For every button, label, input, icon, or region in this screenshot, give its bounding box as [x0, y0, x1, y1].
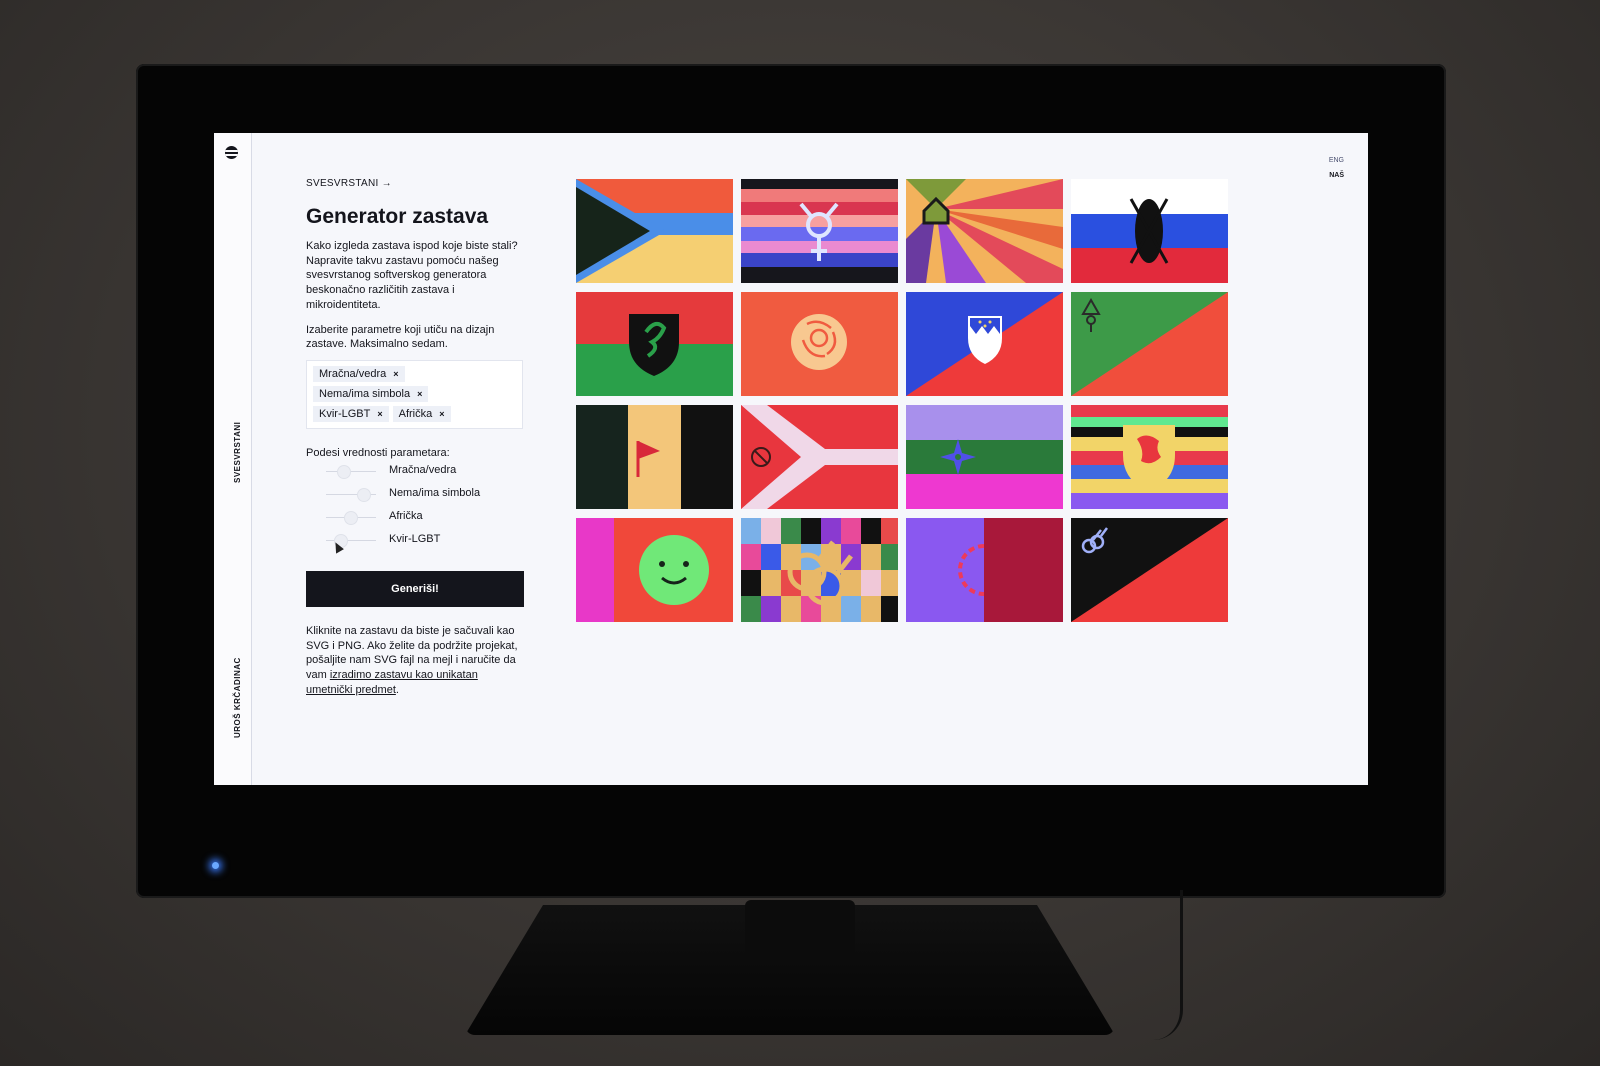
- language-switcher: ENG NAŠ: [1329, 153, 1344, 183]
- remove-tag-icon[interactable]: ×: [417, 389, 422, 399]
- flag-black-red-diagonal[interactable]: [1071, 518, 1228, 622]
- tag-label: Nema/ima simbola: [319, 387, 411, 400]
- intro-text: Kako izgleda zastava ispod koje biste st…: [306, 240, 518, 311]
- order-flag-link[interactable]: izradimo zastavu kao unikatan umetnički …: [306, 669, 478, 696]
- slider-knob[interactable]: [356, 487, 371, 502]
- sidebar-brand[interactable]: SVESVRSTANI: [233, 422, 242, 483]
- flag-y-chevron[interactable]: [741, 405, 898, 509]
- remove-tag-icon[interactable]: ×: [377, 409, 382, 419]
- generate-button[interactable]: Generiši!: [306, 570, 524, 607]
- sidebar-author[interactable]: UROŠ KRČADINAC: [233, 657, 242, 738]
- tag-nema-ima-simbola: Nema/ima simbola ×: [313, 385, 429, 402]
- slider-kvir-lgbt: Kvir-LGBT: [306, 530, 526, 554]
- lang-eng[interactable]: ENG: [1329, 153, 1344, 168]
- monitor-neck: [745, 900, 855, 960]
- tag-label: Mračna/vedra: [319, 367, 387, 380]
- flag-house-rays[interactable]: [906, 179, 1063, 283]
- slider-nema-ima-simbola: Nema/ima simbola: [306, 484, 526, 505]
- tag-label: Kvir-LGBT: [319, 407, 371, 420]
- remove-tag-icon[interactable]: ×: [393, 369, 398, 379]
- note-end: .: [395, 683, 399, 696]
- flag-rose[interactable]: [741, 292, 898, 396]
- lang-nas[interactable]: NAŠ: [1329, 168, 1344, 183]
- flag-lion-shield[interactable]: [1071, 405, 1228, 509]
- flag-smiley[interactable]: [576, 518, 733, 622]
- flag-purple-maroon[interactable]: [906, 518, 1063, 622]
- params-intro-text: Izaberite parametre koji utiču na dizajn…: [306, 323, 495, 351]
- slider-label: Mračna/vedra: [389, 463, 457, 476]
- tag-kvir-lgbt: Kvir-LGBT ×: [313, 405, 389, 422]
- breadcrumb[interactable]: SVESVRSTANI →: [306, 178, 526, 189]
- page-title: Generator zastava: [306, 205, 489, 228]
- power-cable: [1150, 890, 1183, 1040]
- slider-knob[interactable]: [336, 464, 351, 479]
- save-note: Kliknite na zastavu da biste je sačuvali…: [306, 624, 526, 698]
- menu-icon[interactable]: [225, 146, 238, 159]
- tag-label: Afrička: [398, 407, 433, 420]
- remove-tag-icon[interactable]: ×: [439, 409, 444, 419]
- slider-label: Afrička: [389, 509, 423, 522]
- slider-track[interactable]: [326, 470, 376, 472]
- flag-shield-tricolor[interactable]: [1071, 179, 1228, 283]
- slider-mracna-vedra: Mračna/vedra: [306, 461, 526, 482]
- power-led: [212, 862, 219, 869]
- flag-dragon-shield[interactable]: [576, 292, 733, 396]
- slider-knob[interactable]: [344, 510, 358, 525]
- tag-input[interactable]: Mračna/vedra × Nema/ima simbola × Kvir-LGB…: [306, 359, 523, 429]
- flag-star-bands[interactable]: [906, 405, 1063, 509]
- flag-slovenia-diagonal[interactable]: [906, 292, 1063, 396]
- left-panel: SVESVRSTANI → Generator zastava Kako izg…: [306, 178, 526, 697]
- slider-label: Nema/ima simbola: [389, 486, 481, 499]
- flag-grid: [576, 179, 1228, 622]
- slider-label: Kvir-LGBT: [389, 532, 441, 545]
- flag-triband-pennant[interactable]: [576, 405, 733, 509]
- flag-male-symbol-checker[interactable]: [741, 518, 898, 622]
- flag-chevron-blue-yellow[interactable]: [576, 179, 733, 283]
- flag-green-red-diagonal[interactable]: [1071, 292, 1228, 396]
- browser-screen: SVESVRSTANI UROŠ KRČADINAC ENG NAŠ SVESV…: [214, 133, 1368, 785]
- values-label: Podesi vrednosti parametara:: [306, 446, 450, 459]
- tag-africka: Afrička ×: [392, 405, 451, 422]
- slider-africka: Afrička: [306, 507, 526, 528]
- sidebar: SVESVRSTANI UROŠ KRČADINAC: [214, 133, 252, 785]
- flag-transgender-stripes[interactable]: [741, 179, 898, 283]
- tag-mracna-vedra: Mračna/vedra ×: [313, 365, 405, 382]
